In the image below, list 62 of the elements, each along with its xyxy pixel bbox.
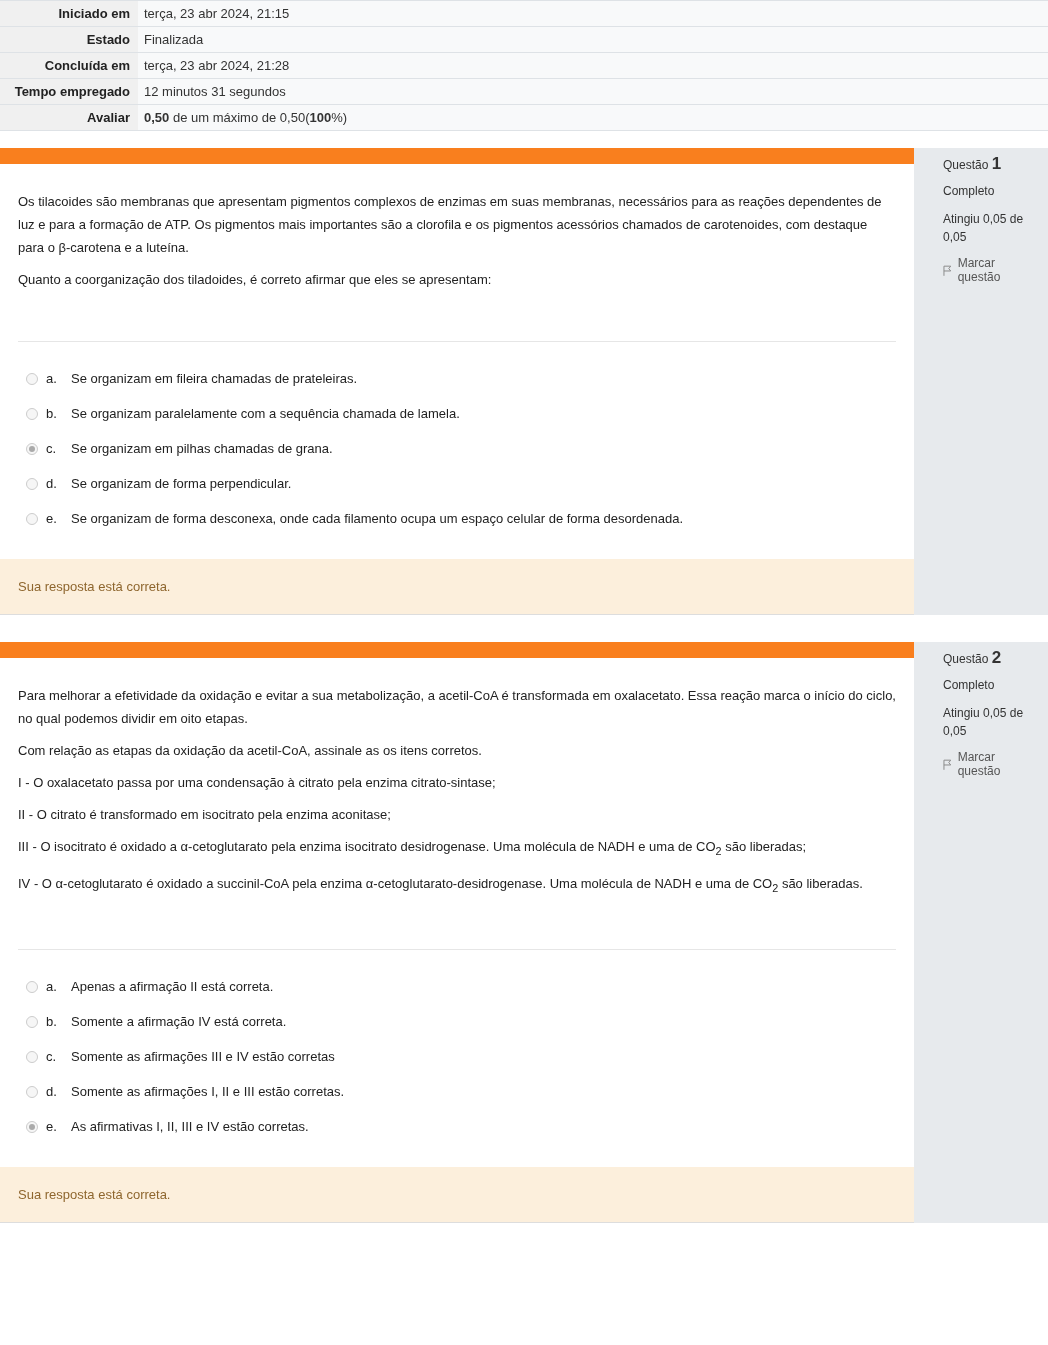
- radio-button[interactable]: [26, 980, 38, 993]
- radio-button[interactable]: [26, 407, 38, 420]
- option-text: Se organizam de forma perpendicular.: [71, 475, 292, 493]
- radio-button[interactable]: [26, 442, 38, 455]
- question-status: Completo: [943, 677, 996, 694]
- summary-value: 0,50 de um máximo de 0,50(100%): [144, 110, 348, 125]
- option-text: Somente as afirmações III e IV estão corretas: [71, 1048, 335, 1067]
- question-text: II - O citrato é transformado em isocitrato pela enzima aconitase;: [18, 806, 392, 824]
- option-text: Se organizam de forma desconexa, onde cada filamento ocupa um espaço celular de forma desordenada.: [71, 510, 684, 528]
- question-text: I - O oxalacetato passa por uma condensação à citrato pela enzima citrato-sintase;: [18, 774, 497, 792]
- option-text: As afirmativas I, II, III e IV estão corretas.: [71, 1118, 309, 1137]
- question-text: Quanto a coorganização dos tiladoides, é correto afirmar que eles se apresentam:: [18, 271, 493, 289]
- question-text: IV - O α-cetoglutarato é oxidado a succinil-CoA pela enzima α-cetoglutarato-desidrogenase. Uma molécula de NADH e uma de CO$_{2}$ são liberadas.: [18, 874, 864, 896]
- question-label: Questão: [943, 652, 989, 666]
- question-grade: Atingiu 0,05 de 0,05: [943, 211, 1025, 246]
- option-letter: a.: [46, 370, 58, 388]
- radio-button[interactable]: [26, 1085, 38, 1098]
- flag-icon: [943, 264, 952, 276]
- flag-link[interactable]: Marcar questão: [957, 750, 1038, 778]
- question-text: Os tilacoides são membranas que apresentam pigmentos complexos de enzimas em suas membranas, necessários para as reações dependentes de luz e para a formação de ATP. Os pigmentos mais importantes são a clorofila e os pigmentos acessórios chamados de carotenoides, com destaque para o β-carotena e a luteína.: [18, 193, 883, 257]
- question-number: 1: [991, 154, 1002, 173]
- option-letter: c.: [46, 440, 58, 458]
- option-text: Se organizam em fileira chamadas de prateleiras.: [71, 370, 358, 388]
- option-text: Somente a afirmação IV está correta.: [71, 1013, 287, 1032]
- option-letter: c.: [46, 1048, 58, 1067]
- question-grade: Atingiu 0,05 de 0,05: [943, 705, 1025, 740]
- option-text: Se organizam em pilhas chamadas de grana.: [71, 440, 333, 458]
- question-text: III - O isocitrato é oxidado a α-cetoglutarato pela enzima isocitrato desidrogenase. Uma molécula de NADH e uma de CO$_{2}$ são liberadas;: [18, 838, 808, 859]
- question-label: Questão: [943, 158, 989, 172]
- feedback-text: Sua resposta está correta.: [18, 579, 171, 594]
- option-letter: b.: [46, 1013, 58, 1032]
- option-letter: b.: [46, 405, 58, 423]
- flag-link[interactable]: Marcar questão: [957, 256, 1038, 284]
- summary-value: terça, 23 abr 2024, 21:28: [144, 58, 290, 73]
- summary-label: Tempo empregado: [0, 79, 138, 104]
- summary-label: Estado: [0, 27, 138, 52]
- summary-value: Finalizada: [144, 32, 204, 47]
- option-text: Se organizam paralelamente com a sequência chamada de lamela.: [71, 405, 460, 423]
- summary-label: Avaliar: [0, 105, 138, 130]
- question-status: Completo: [943, 183, 996, 200]
- question-number: 2: [991, 648, 1002, 667]
- feedback-text: Sua resposta está correta.: [18, 1187, 171, 1203]
- option-letter: e.: [46, 510, 58, 528]
- summary-label: Iniciado em: [0, 1, 138, 26]
- radio-button[interactable]: [26, 1120, 38, 1133]
- option-letter: d.: [46, 475, 58, 493]
- summary-value: terça, 23 abr 2024, 21:15: [144, 6, 290, 21]
- option-text: Somente as afirmações I, II e III estão corretas.: [71, 1083, 345, 1102]
- radio-button[interactable]: [26, 477, 38, 490]
- option-letter: a.: [46, 978, 58, 997]
- option-letter: e.: [46, 1118, 58, 1137]
- flag-icon: [943, 758, 952, 770]
- summary-label: Concluída em: [0, 53, 138, 78]
- radio-button[interactable]: [26, 1050, 38, 1063]
- option-text: Apenas a afirmação II está correta.: [71, 978, 274, 997]
- question-text: Com relação as etapas da oxidação da acetil-CoA, assinale as os itens corretos.: [18, 742, 483, 760]
- question-text: Para melhorar a efetividade da oxidação e evitar a sua metabolização, a acetil-CoA é transformada em oxalacetato. Essa reação marca o início do ciclo, no qual podemos dividir em oito etapas.: [18, 687, 896, 728]
- summary-value: 12 minutos 31 segundos: [144, 84, 286, 99]
- option-letter: d.: [46, 1083, 58, 1102]
- radio-button[interactable]: [26, 512, 38, 525]
- radio-button[interactable]: [26, 1015, 38, 1028]
- radio-button[interactable]: [26, 372, 38, 385]
